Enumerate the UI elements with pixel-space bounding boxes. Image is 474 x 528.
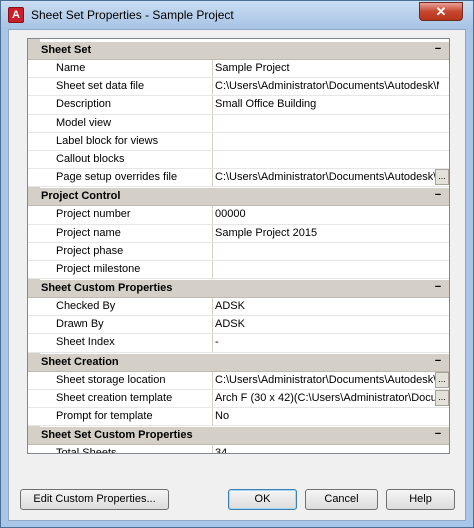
property-value[interactable]: C:\Users\Administrator\Documents\Autodes… — [215, 171, 439, 183]
property-name: Checked By — [56, 300, 116, 313]
property-name: Label block for views — [56, 134, 159, 147]
collapse-icon[interactable]: − — [431, 355, 445, 369]
property-row[interactable]: Project name Sample Project 2015 — [28, 224, 449, 243]
category-header[interactable]: Sheet Custom Properties − — [28, 280, 449, 299]
browse-button[interactable]: ... — [435, 371, 449, 388]
title-bar[interactable]: A Sheet Set Properties - Sample Project … — [1, 1, 473, 29]
property-row[interactable]: Checked By ADSK — [28, 298, 449, 317]
property-value[interactable]: No — [215, 410, 439, 422]
property-row[interactable]: Project phase — [28, 242, 449, 261]
property-name: Total Sheets — [56, 447, 117, 454]
property-name: Sheet storage location — [56, 373, 166, 386]
column-divider — [212, 408, 213, 426]
property-row[interactable]: Sheet Index - — [28, 334, 449, 353]
column-divider — [212, 169, 213, 187]
property-name: Project name — [56, 226, 121, 239]
property-name: Sheet set data file — [56, 80, 145, 93]
column-divider — [212, 78, 213, 96]
help-button[interactable]: Help — [386, 489, 455, 510]
browse-button[interactable]: ... — [435, 389, 449, 406]
column-divider — [212, 371, 213, 389]
property-value[interactable]: Arch F (30 x 42)(C:\Users\Administrator\… — [215, 392, 439, 404]
property-row[interactable]: Description Small Office Building — [28, 96, 449, 115]
property-value[interactable]: C:\Users\Administrator\Documents\Autodes… — [215, 374, 439, 386]
property-row[interactable]: Prompt for template No — [28, 408, 449, 427]
property-name: Sheet creation template — [56, 391, 173, 404]
column-divider — [212, 132, 213, 150]
column-divider — [212, 298, 213, 316]
column-divider — [212, 260, 213, 279]
property-value[interactable]: 00000 — [215, 208, 439, 220]
property-row[interactable]: Sheet set data file C:\Users\Administrato… — [28, 78, 449, 97]
property-row[interactable]: Project number 00000 — [28, 206, 449, 225]
property-name: Page setup overrides file — [56, 171, 178, 184]
category-header[interactable]: Sheet Creation − — [28, 353, 449, 372]
edit-custom-properties-button[interactable]: Edit Custom Properties... — [20, 489, 169, 510]
property-name: Description — [56, 98, 112, 111]
category-label: Sheet Set — [41, 44, 92, 56]
category-header[interactable]: Sheet Set Custom Properties − — [28, 427, 449, 446]
property-name: Callout blocks — [56, 152, 125, 165]
autocad-app-icon: A — [8, 7, 24, 23]
column-divider — [212, 316, 213, 334]
column-divider — [212, 96, 213, 114]
property-name: Project milestone — [56, 262, 141, 275]
property-row[interactable]: Project milestone — [28, 260, 449, 280]
property-value[interactable]: Small Office Building — [215, 98, 439, 110]
property-name: Project number — [56, 208, 131, 221]
property-value[interactable]: ADSK — [215, 300, 439, 312]
column-divider — [212, 242, 213, 260]
property-row[interactable]: Label block for views — [28, 132, 449, 151]
property-name: Model view — [56, 116, 112, 129]
property-row[interactable]: Total Sheets 34 — [28, 445, 449, 454]
category-header[interactable]: Sheet Set − — [28, 42, 449, 60]
collapse-icon[interactable]: − — [431, 281, 445, 295]
column-divider — [212, 60, 213, 78]
property-row[interactable]: Model view — [28, 114, 449, 133]
column-divider — [212, 114, 213, 132]
property-value[interactable]: Sample Project 2015 — [215, 227, 439, 239]
property-name: Prompt for template — [56, 410, 153, 422]
column-divider — [212, 334, 213, 352]
column-divider — [212, 389, 213, 407]
browse-button[interactable]: ... — [435, 169, 449, 186]
property-row[interactable]: Page setup overrides file C:\Users\Admini… — [28, 169, 449, 188]
collapse-icon[interactable]: − — [431, 43, 445, 57]
property-row[interactable]: Name Sample Project — [28, 60, 449, 79]
close-button[interactable]: ✕ — [419, 2, 463, 21]
property-value[interactable]: Sample Project — [215, 62, 439, 74]
property-name: Project phase — [56, 244, 124, 257]
property-value[interactable]: C:\Users\Administrator\Documents\Autodes… — [215, 80, 439, 92]
column-divider — [212, 150, 213, 169]
property-row[interactable]: Callout blocks — [28, 150, 449, 170]
collapse-icon[interactable]: − — [431, 189, 445, 203]
property-name: Name — [56, 62, 86, 74]
category-label: Sheet Set Custom Properties — [41, 429, 193, 442]
category-label: Sheet Creation — [41, 355, 119, 368]
property-row[interactable]: Sheet storage location C:\Users\Administr… — [28, 371, 449, 390]
property-value[interactable]: 34 — [215, 447, 439, 453]
column-divider — [212, 445, 213, 453]
property-rows: Sheet Set − Name Sample Project Sheet set da… — [28, 41, 449, 454]
property-name: Drawn By — [56, 318, 104, 331]
category-label: Project Control — [41, 190, 121, 203]
column-divider — [212, 224, 213, 242]
property-row[interactable]: Drawn By ADSK — [28, 316, 449, 335]
property-grid: Sheet Set − Name Sample Project Sheet set da… — [27, 38, 450, 454]
category-header[interactable]: Project Control − — [28, 188, 449, 207]
cancel-button[interactable]: Cancel — [305, 489, 378, 510]
property-name: Sheet Index — [56, 336, 115, 349]
category-label: Sheet Custom Properties — [41, 282, 173, 295]
ok-button[interactable]: OK — [228, 489, 297, 510]
property-row[interactable]: Sheet creation template Arch F (30 x 42)(… — [28, 389, 449, 408]
property-value[interactable]: ADSK — [215, 318, 439, 330]
column-divider — [212, 206, 213, 224]
collapse-icon[interactable]: − — [431, 428, 445, 442]
window-title: Sheet Set Properties - Sample Project — [31, 8, 234, 22]
property-value[interactable]: - — [215, 336, 439, 348]
